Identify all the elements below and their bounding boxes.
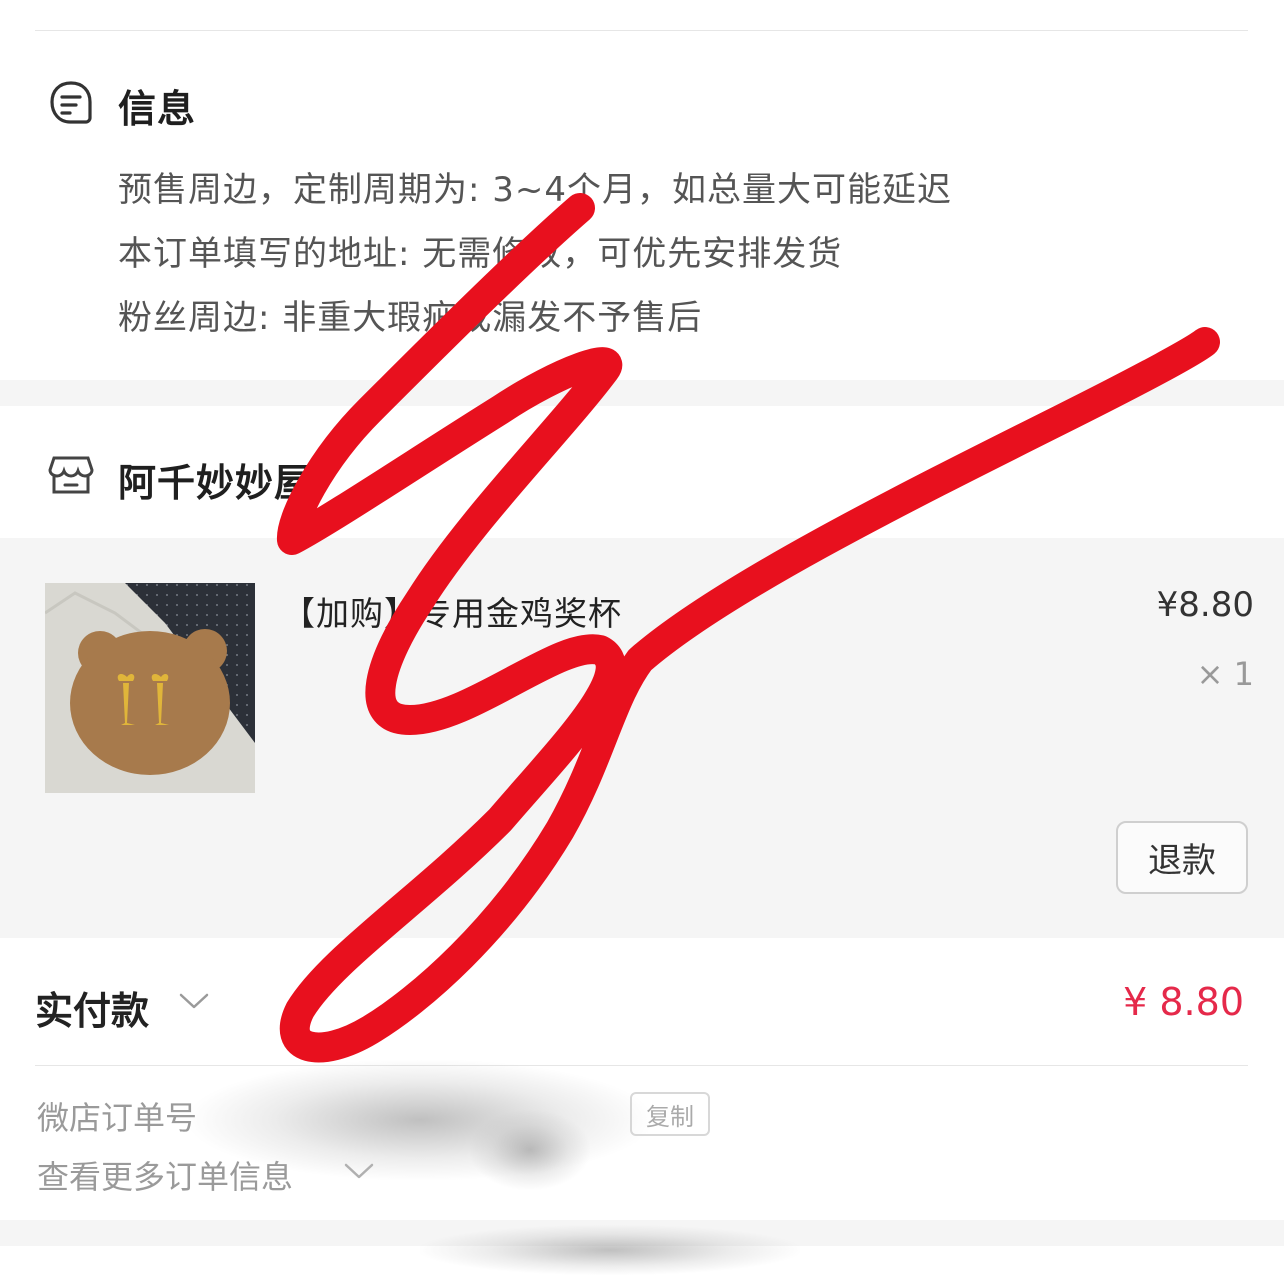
red-scribble-annotation [276,193,1220,1063]
